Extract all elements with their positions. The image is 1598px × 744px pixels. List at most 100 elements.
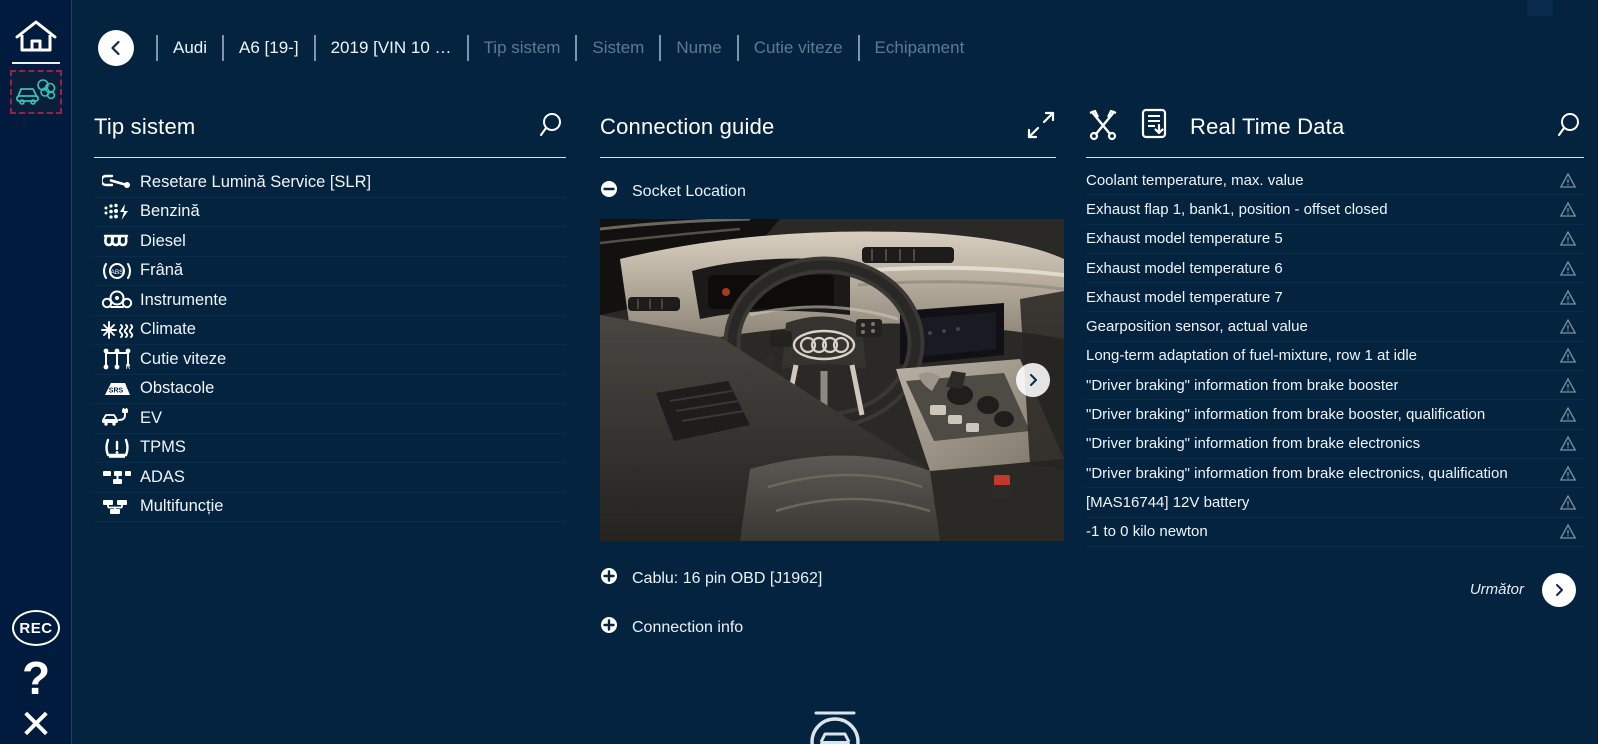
sidebar-bottom-group: REC ? ✕ <box>0 610 72 744</box>
breadcrumb-item-tip-sistem[interactable]: Tip sistem <box>466 35 576 61</box>
connection-guide-title: Connection guide <box>600 113 775 139</box>
gear-shift-icon: R <box>94 348 140 370</box>
table-row[interactable]: "Driver braking" information from brake … <box>1086 430 1584 459</box>
data-label: Exhaust model temperature 7 <box>1086 288 1283 306</box>
warning-triangle-icon <box>1558 348 1578 364</box>
spark-plug-icon <box>94 202 140 222</box>
accordion-connection-info[interactable]: Connection info <box>600 616 1056 639</box>
table-row[interactable]: Coolant temperature, max. value <box>1086 166 1584 196</box>
data-label: "Driver braking" information from brake … <box>1086 376 1399 394</box>
list-item[interactable]: Multifuncție <box>94 493 566 522</box>
car-exhaust-icon[interactable] <box>9 70 62 114</box>
list-item[interactable]: TPMS <box>94 434 566 463</box>
warning-triangle-icon <box>1558 465 1578 481</box>
real-time-data-tools <box>1086 107 1170 146</box>
warning-triangle-icon <box>1558 231 1578 246</box>
breadcrumb-item-year-vin[interactable]: 2019 [VIN 10 … <box>313 35 467 61</box>
list-item-label: Climate <box>140 320 196 339</box>
srs-airbag-icon: SRS <box>94 379 140 399</box>
real-time-data-header-icons <box>1554 96 1584 158</box>
list-item[interactable]: Resetare Lumină Service [SLR] <box>94 168 566 198</box>
breadcrumb-item-model[interactable]: A6 [19-] <box>222 35 314 61</box>
list-item[interactable]: EV <box>94 404 566 434</box>
list-item-label: Obstacole <box>140 379 215 398</box>
list-item-label: Instrumente <box>140 290 228 309</box>
table-row[interactable]: Exhaust flap 1, bank1, position - offset… <box>1086 195 1584 225</box>
expand-arrows-icon[interactable] <box>1026 110 1056 145</box>
next-button[interactable] <box>1542 572 1576 607</box>
list-item[interactable]: ADAS <box>94 463 566 493</box>
connection-guide-panel: Connection guide Socket Location Cablu: … <box>584 96 1072 744</box>
table-row[interactable]: Long-term adaptation of fuel-mixture, ro… <box>1086 342 1584 372</box>
help-button[interactable]: ? <box>22 655 50 701</box>
data-label: Exhaust model temperature 5 <box>1086 230 1283 248</box>
electric-vehicle-icon <box>94 408 140 428</box>
list-item[interactable]: Diesel <box>94 227 566 257</box>
list-item-label: Diesel <box>140 231 186 250</box>
real-time-data-title: Real Time Data <box>1190 113 1345 139</box>
real-time-data-footer: Următor <box>1086 572 1584 607</box>
warning-triangle-icon <box>1558 289 1578 305</box>
svg-text:SRS: SRS <box>109 387 124 394</box>
connection-guide-header-icons <box>1026 96 1056 158</box>
minus-circle-icon[interactable] <box>600 180 618 203</box>
connection-guide-header: Connection guide <box>600 96 1056 158</box>
home-icon[interactable] <box>10 14 62 60</box>
data-label: -1 to 0 kilo newton <box>1086 523 1208 541</box>
table-row[interactable]: "Driver braking" information from brake … <box>1086 371 1584 401</box>
sidebar-top-group <box>0 0 71 114</box>
plus-circle-icon[interactable] <box>600 616 618 639</box>
tire-pressure-icon <box>94 437 140 459</box>
svg-text:ABS: ABS <box>110 269 124 276</box>
table-row[interactable]: [MAS16744] 12V battery <box>1086 488 1584 518</box>
abs-brake-icon: ABS <box>94 260 140 282</box>
crossed-tools-icon[interactable] <box>1086 107 1120 146</box>
table-row[interactable]: Exhaust model temperature 6 <box>1086 254 1584 284</box>
list-item[interactable]: Instrumente <box>94 286 566 316</box>
warning-triangle-icon <box>1558 436 1578 451</box>
table-row[interactable]: "Driver braking" information from brake … <box>1086 459 1584 489</box>
table-row[interactable]: -1 to 0 kilo newton <box>1086 518 1584 547</box>
list-item-label: EV <box>140 408 163 427</box>
accordion-socket-location[interactable]: Socket Location <box>600 180 1056 203</box>
data-label: "Driver braking" information from brake … <box>1086 435 1421 453</box>
search-icon[interactable] <box>1554 110 1584 145</box>
list-item[interactable]: ABS Frână <box>94 257 566 286</box>
list-item-label: Cutie viteze <box>140 349 227 368</box>
warning-triangle-icon <box>1558 377 1578 393</box>
list-item-label: Multifuncție <box>140 497 224 516</box>
real-time-data-panel: Real Time Data Coolant temperature, max.… <box>1072 96 1598 744</box>
record-button[interactable]: REC <box>12 610 60 646</box>
breadcrumb-item-echipament[interactable]: Echipament <box>857 35 980 61</box>
accordion-label: Socket Location <box>632 182 746 200</box>
table-row[interactable]: Exhaust model temperature 5 <box>1086 225 1584 254</box>
breadcrumb-item-cutie-viteze[interactable]: Cutie viteze <box>736 35 858 61</box>
table-row[interactable]: "Driver braking" information from brake … <box>1086 400 1584 430</box>
back-button[interactable] <box>98 30 134 66</box>
plus-circle-icon[interactable] <box>600 567 618 590</box>
diagnostic-app: REC ? ✕ Audi A6 [19-] 2019 [VIN 10 … Tip… <box>0 0 1598 744</box>
sidebar-rail: REC ? ✕ <box>0 0 72 744</box>
close-button[interactable]: ✕ <box>19 705 53 744</box>
table-row[interactable]: Gearposition sensor, actual value <box>1086 312 1584 342</box>
list-item-label: Frână <box>140 261 184 280</box>
search-icon[interactable] <box>536 110 566 145</box>
list-item[interactable]: Climate <box>94 316 566 345</box>
data-label: "Driver braking" information from brake … <box>1086 464 1508 482</box>
table-row[interactable]: Exhaust model temperature 7 <box>1086 283 1584 313</box>
warning-triangle-icon <box>1558 494 1578 510</box>
breadcrumb-item-audi[interactable]: Audi <box>156 35 222 61</box>
accordion-cable[interactable]: Cablu: 16 pin OBD [J1962] <box>600 567 1056 590</box>
warning-triangle-icon <box>1558 201 1578 217</box>
breadcrumb-item-sistem[interactable]: Sistem <box>575 35 659 61</box>
instrument-cluster-icon <box>94 289 140 311</box>
vehicle-badge-icon[interactable] <box>803 708 867 744</box>
system-type-header: Tip sistem <box>94 96 566 158</box>
list-item[interactable]: R Cutie viteze <box>94 345 566 375</box>
list-item[interactable]: Benzină <box>94 198 566 227</box>
data-label: "Driver braking" information from brake … <box>1086 406 1486 424</box>
breadcrumb-item-nume[interactable]: Nume <box>659 35 736 61</box>
save-list-icon[interactable] <box>1138 107 1170 146</box>
list-item[interactable]: SRS Obstacole <box>94 375 566 404</box>
photo-next-button[interactable] <box>1016 363 1050 397</box>
